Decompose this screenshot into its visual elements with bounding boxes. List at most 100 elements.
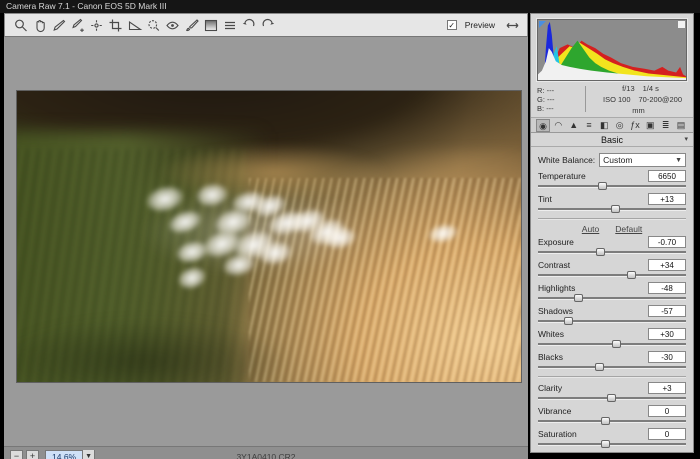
- exposure-value[interactable]: -0.70: [648, 236, 686, 248]
- rgb-readout: R: --- G: --- B: ---: [537, 86, 585, 113]
- white-balance-tool-icon[interactable]: [49, 17, 68, 33]
- window-title: Camera Raw 7.1 - Canon EOS 5D Mark III: [6, 1, 167, 11]
- slider-blacks: Blacks -30: [538, 350, 686, 373]
- slider-track[interactable]: [538, 317, 686, 326]
- white-balance-value: Custom: [603, 155, 632, 165]
- slider-contrast: Contrast +34: [538, 258, 686, 281]
- clarity-value[interactable]: +3: [648, 382, 686, 394]
- tab-split-toning[interactable]: ◧: [597, 119, 611, 132]
- exif-info: R: --- G: --- B: --- f/131/4 s ISO 10070…: [537, 84, 687, 114]
- graduated-filter-tool-icon[interactable]: [201, 17, 220, 33]
- spot-removal-tool-icon[interactable]: [144, 17, 163, 33]
- tab-lens-corrections[interactable]: ◎: [613, 119, 627, 132]
- photo-dark-bottom: [16, 318, 294, 383]
- left-pane: Preview: [4, 13, 528, 453]
- red-eye-tool-icon[interactable]: [163, 17, 182, 33]
- slider-thumb[interactable]: [564, 317, 573, 325]
- toolbar: Preview: [4, 13, 528, 37]
- slider-track[interactable]: [538, 182, 686, 191]
- rotate-right-icon[interactable]: [258, 17, 277, 33]
- hand-tool-icon[interactable]: [30, 17, 49, 33]
- slider-exposure: Exposure -0.70: [538, 235, 686, 258]
- section-header: Basic ▾: [531, 133, 693, 147]
- basic-controls: White Balance: Custom ▼ Temperature 6650…: [531, 147, 693, 450]
- slider-highlights: Highlights -48: [538, 281, 686, 304]
- slider-track[interactable]: [538, 205, 686, 214]
- tab-basic[interactable]: ◉: [536, 119, 550, 132]
- photo[interactable]: [16, 90, 522, 383]
- white-balance-row: White Balance: Custom ▼: [538, 151, 686, 169]
- panel-menu-icon[interactable]: ▾: [684, 133, 688, 147]
- iso-value: ISO 100: [603, 95, 631, 104]
- tab-detail[interactable]: ▲: [567, 119, 581, 132]
- slider-tint: Tint +13: [538, 192, 686, 215]
- tab-hsl-grayscale[interactable]: ≡: [582, 119, 596, 132]
- slider-thumb[interactable]: [611, 205, 620, 213]
- slider-track[interactable]: [538, 248, 686, 257]
- auto-link[interactable]: Auto: [582, 224, 600, 234]
- canvas-footer: 3Y1A0410.CR2 − + 14.6% ▼: [4, 446, 528, 459]
- white-balance-select[interactable]: Custom ▼: [599, 153, 686, 167]
- slider-track[interactable]: [538, 271, 686, 280]
- toggle-fullscreen-icon[interactable]: [503, 18, 521, 32]
- tint-value[interactable]: +13: [648, 193, 686, 205]
- exposure-info: f/131/4 s ISO 10070-200@200 mm: [594, 83, 687, 116]
- color-sampler-tool-icon[interactable]: [68, 17, 87, 33]
- shutter-value: 1/4 s: [643, 84, 659, 93]
- contrast-value[interactable]: +34: [648, 259, 686, 271]
- slider-track[interactable]: [538, 294, 686, 303]
- crop-tool-icon[interactable]: [106, 17, 125, 33]
- title-bar: Camera Raw 7.1 - Canon EOS 5D Mark III: [0, 0, 700, 13]
- shadows-value[interactable]: -57: [648, 305, 686, 317]
- slider-track[interactable]: [538, 340, 686, 349]
- slider-track[interactable]: [538, 440, 686, 449]
- adjustments-panel: R: --- G: --- B: --- f/131/4 s ISO 10070…: [530, 13, 694, 453]
- slider-thumb[interactable]: [601, 417, 610, 425]
- targeted-adjustment-tool-icon[interactable]: [87, 17, 106, 33]
- panel-tabs: ◉ ◠ ▲ ≡ ◧ ◎ ƒx ▣ ≣ ▤: [531, 117, 693, 133]
- straighten-tool-icon[interactable]: [125, 17, 144, 33]
- slider-track[interactable]: [538, 417, 686, 426]
- slider-thumb[interactable]: [607, 394, 616, 402]
- aperture-value: f/13: [622, 84, 635, 93]
- tab-tone-curve[interactable]: ◠: [551, 119, 565, 132]
- slider-track[interactable]: [538, 394, 686, 403]
- tab-effects[interactable]: ƒx: [628, 119, 642, 132]
- preview-checkbox[interactable]: [447, 20, 457, 30]
- slider-track[interactable]: [538, 363, 686, 372]
- white-balance-label: White Balance:: [538, 155, 595, 165]
- slider-saturation: Saturation 0: [538, 427, 686, 450]
- auto-default-row: Auto Default: [538, 223, 686, 235]
- image-canvas[interactable]: [4, 37, 528, 446]
- slider-thumb[interactable]: [612, 340, 621, 348]
- default-link[interactable]: Default: [615, 224, 642, 234]
- chevron-down-icon: ▼: [675, 157, 682, 164]
- slider-thumb[interactable]: [627, 271, 636, 279]
- slider-thumb[interactable]: [598, 182, 607, 190]
- slider-vibrance: Vibrance 0: [538, 404, 686, 427]
- adjustment-brush-tool-icon[interactable]: [182, 17, 201, 33]
- slider-thumb[interactable]: [596, 248, 605, 256]
- rotate-left-icon[interactable]: [239, 17, 258, 33]
- blacks-value[interactable]: -30: [648, 351, 686, 363]
- saturation-value[interactable]: 0: [648, 428, 686, 440]
- highlights-value[interactable]: -48: [648, 282, 686, 294]
- tab-camera-calibration[interactable]: ▣: [643, 119, 657, 132]
- temperature-value[interactable]: 6650: [648, 170, 686, 182]
- tab-snapshots[interactable]: ▤: [674, 119, 688, 132]
- preview-label: Preview: [465, 20, 495, 30]
- slider-thumb[interactable]: [595, 363, 604, 371]
- tab-presets[interactable]: ≣: [659, 119, 673, 132]
- camera-raw-window: Camera Raw 7.1 - Canon EOS 5D Mark III: [0, 0, 700, 459]
- zoom-tool-icon[interactable]: [11, 17, 30, 33]
- slider-thumb[interactable]: [601, 440, 610, 448]
- histogram: [537, 19, 687, 81]
- slider-whites: Whites +30: [538, 327, 686, 350]
- slider-temperature: Temperature 6650: [538, 169, 686, 192]
- slider-clarity: Clarity +3: [538, 381, 686, 404]
- slider-thumb[interactable]: [574, 294, 583, 302]
- whites-value[interactable]: +30: [648, 328, 686, 340]
- preferences-icon[interactable]: [220, 17, 239, 33]
- vibrance-value[interactable]: 0: [648, 405, 686, 417]
- slider-shadows: Shadows -57: [538, 304, 686, 327]
